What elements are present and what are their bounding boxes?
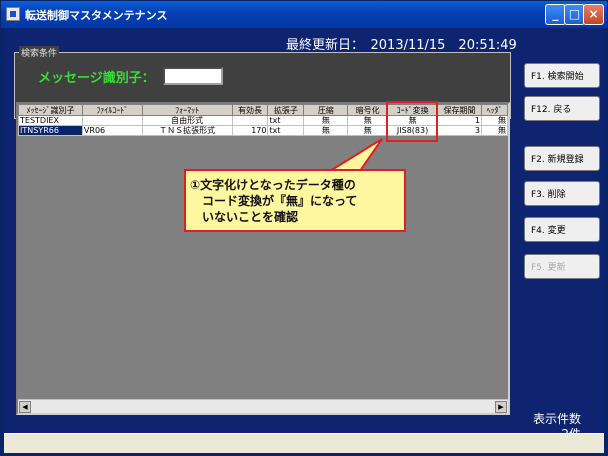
search-group-legend: 検索条件: [19, 46, 60, 59]
table-cell: [81, 115, 143, 126]
table-cell: 1: [437, 115, 482, 126]
code-conversion-highlight: [386, 101, 438, 142]
column-header[interactable]: ﾒｯｾｰｼﾞ識別子: [18, 104, 83, 116]
column-header[interactable]: ﾌｫｰﾏｯﾄ: [141, 104, 233, 116]
table-cell: [231, 115, 269, 126]
title-bar[interactable]: 転送制御マスタメンテナンス _ □ ×: [1, 1, 607, 28]
update-button: F5. 更新: [524, 254, 600, 279]
callout-note: ①文字化けとなったデータ種の コード変換が『無』になって いないことを確認: [184, 169, 406, 232]
status-bar: [4, 433, 604, 453]
table-cell: 無: [303, 115, 349, 126]
app-icon: [6, 7, 20, 21]
maximize-button[interactable]: □: [564, 4, 585, 25]
column-header[interactable]: 圧縮: [303, 104, 349, 116]
column-header[interactable]: ﾍｯﾀﾞ: [480, 104, 508, 116]
column-header[interactable]: 拡張子: [267, 104, 305, 116]
table-cell: 無: [303, 125, 349, 136]
column-header[interactable]: 保存期間: [437, 104, 482, 116]
table-cell: txt: [267, 115, 305, 126]
table-cell: 無: [347, 125, 389, 136]
close-button[interactable]: ×: [583, 4, 604, 25]
delete-button[interactable]: F3. 削除: [524, 181, 600, 206]
minimize-button[interactable]: _: [545, 4, 566, 25]
table-cell: 無: [480, 115, 508, 126]
table-cell: 自由形式: [141, 115, 233, 126]
table-cell: VR06: [81, 125, 143, 136]
column-header[interactable]: 暗号化: [347, 104, 389, 116]
table-cell: TESTDIEX: [18, 115, 83, 126]
table-cell: 無: [480, 125, 508, 136]
message-id-input[interactable]: [163, 67, 223, 85]
window-title: 転送制御マスタメンテナンス: [25, 9, 168, 22]
column-header[interactable]: ﾌｧｲﾙｺｰﾄﾞ: [81, 104, 143, 116]
table-cell: 170: [231, 125, 269, 136]
new-register-button[interactable]: F2. 新規登録: [524, 146, 600, 171]
display-count-label: 表示件数: [532, 412, 581, 426]
change-button[interactable]: F4. 変更: [524, 217, 600, 242]
master-table[interactable]: ﾒｯｾｰｼﾞ識別子 ﾌｧｲﾙｺｰﾄﾞ ﾌｫｰﾏｯﾄ 有効長 拡張子 圧縮 暗号化…: [16, 102, 510, 415]
table-cell: 無: [347, 115, 389, 126]
table-cell: 3: [437, 125, 482, 136]
table-cell: txt: [267, 125, 305, 136]
last-updated-text: 最終更新日： 2013/11/15 20:51:49: [286, 38, 517, 53]
search-start-button[interactable]: F1. 検索開始: [524, 63, 600, 88]
scroll-right-icon[interactable]: ▶: [495, 401, 507, 413]
scroll-left-icon[interactable]: ◀: [19, 401, 31, 413]
table-cell: ＴＮＳ拡張形式: [141, 125, 233, 136]
table-cell: ITNSYR66: [18, 125, 83, 136]
back-button[interactable]: F12. 戻る: [524, 96, 600, 121]
callout-text: ①文字化けとなったデータ種の コード変換が『無』になって いないことを確認: [190, 178, 358, 224]
column-header[interactable]: 有効長: [231, 104, 269, 116]
message-id-label: メッセージ識別子：: [38, 71, 155, 86]
horizontal-scrollbar[interactable]: ◀ ▶: [18, 399, 508, 413]
